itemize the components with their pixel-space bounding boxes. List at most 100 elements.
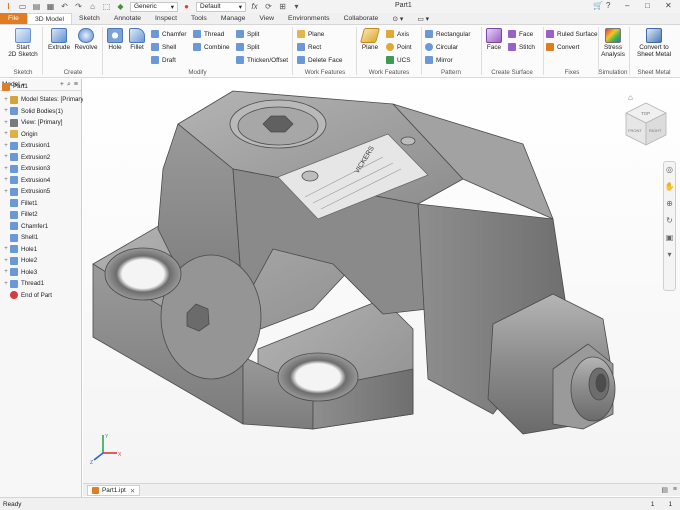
tab-tools[interactable]: Tools [184, 13, 214, 24]
orbit-icon[interactable]: ↻ [664, 216, 675, 230]
expand-icon[interactable]: + [2, 131, 10, 137]
tab-3d-model[interactable]: 3D Model [26, 13, 73, 24]
stitch-button[interactable]: Stitch [508, 43, 535, 51]
color-wheel-icon[interactable]: ● [181, 1, 192, 12]
expand-icon[interactable]: + [2, 177, 10, 183]
help-icon[interactable]: ? [606, 1, 610, 10]
browser-item[interactable]: Shell1 [0, 232, 38, 243]
rectangular-pattern-button[interactable]: Rectangular [425, 30, 470, 38]
delete-face-button[interactable]: Delete Face [297, 56, 342, 64]
browser-item[interactable]: + Model States: [Primary] [0, 94, 85, 105]
combine-button[interactable]: Combine [193, 43, 230, 51]
browser-item[interactable]: + Hole2 [0, 255, 37, 266]
tab-collaborate[interactable]: Collaborate [337, 13, 386, 24]
browser-item[interactable]: + Extrusion3 [0, 163, 50, 174]
undo-icon[interactable]: ↶ [59, 1, 70, 12]
zoom-icon[interactable]: ⊕ [664, 199, 675, 213]
draft-button[interactable]: Draft [151, 56, 176, 64]
pan-icon[interactable]: ✋ [664, 182, 675, 196]
face-freeform-button[interactable]: Face [484, 28, 504, 51]
menu-icon[interactable]: ≡ [673, 486, 677, 493]
app-logo-icon[interactable]: I [3, 1, 14, 12]
expand-icon[interactable]: + [2, 120, 10, 126]
right-hole[interactable] [277, 352, 359, 402]
menu-icon[interactable]: ≡ [74, 81, 78, 88]
save-icon[interactable]: ▦ [45, 1, 56, 12]
expand-icon[interactable]: + [2, 166, 10, 172]
screw-head[interactable] [301, 170, 319, 182]
browser-item[interactable]: + Extrusion2 [0, 152, 50, 163]
split-body-button[interactable]: Split [236, 43, 259, 51]
expand-icon[interactable]: + [2, 258, 10, 264]
viewcube-top[interactable]: TOP [641, 111, 650, 116]
steering-wheel-icon[interactable]: ◎ [664, 165, 675, 179]
plane-button[interactable]: Plane [359, 28, 381, 51]
shell-button[interactable]: Shell [151, 43, 176, 51]
maximize-icon[interactable]: □ [645, 1, 650, 10]
home-view-icon[interactable]: ⌂ [628, 93, 633, 102]
close-icon[interactable]: ✕ [665, 1, 672, 10]
browser-item[interactable]: + Extrusion5 [0, 186, 50, 197]
design-view-dropdown[interactable]: Default ▾ [196, 1, 246, 12]
viewcube[interactable]: TOP FRONT RIGHT [621, 99, 671, 149]
close-tab-icon[interactable]: ✕ [130, 487, 135, 495]
doc-tab-part1[interactable]: Part1.ipt ✕ [87, 485, 141, 496]
browser-item[interactable]: End of Part [0, 290, 52, 301]
thicken-offset-button[interactable]: Thicken/Offset [236, 56, 288, 64]
axis-button[interactable]: Axis [386, 30, 409, 38]
chamfer-button[interactable]: Chamfer [151, 30, 187, 38]
fillet-button[interactable]: Fillet [127, 28, 147, 51]
expand-icon[interactable]: + [2, 246, 10, 252]
tab-annotate[interactable]: Annotate [107, 13, 148, 24]
stress-analysis-button[interactable]: Stress Analysis [599, 28, 627, 58]
cart-icon[interactable]: 🛒 [593, 1, 603, 10]
material-icon[interactable]: ◆ [115, 1, 126, 12]
browser-item[interactable]: + View: [Primary] [0, 117, 63, 128]
tab-file[interactable]: File [0, 13, 27, 24]
thread-button[interactable]: Thread [193, 30, 224, 38]
appearance-dropdown[interactable]: Generic ▾ [130, 1, 178, 12]
tab-environments[interactable]: Environments [281, 13, 337, 24]
extrude-button[interactable]: Extrude [46, 28, 72, 51]
plane-small-button[interactable]: Plane [297, 30, 324, 38]
part-model[interactable]: VICKERS [83, 79, 680, 483]
tab-inspect[interactable]: Inspect [148, 13, 184, 24]
convert-button[interactable]: Convert [546, 43, 579, 51]
point-button[interactable]: Point [386, 43, 412, 51]
expand-icon[interactable]: + [2, 108, 10, 114]
navbar-menu-icon[interactable]: ▾ [664, 250, 675, 264]
ribbon-options-icon[interactable]: ⊙ ▾ [385, 13, 410, 24]
start-2d-sketch-button[interactable]: Start 2D Sketch [6, 28, 40, 58]
browser-item[interactable]: + Solid Bodies(1) [0, 106, 63, 117]
convert-to-sheet-metal-button[interactable]: Convert to Sheet Metal [630, 28, 678, 58]
home-icon[interactable]: ⌂ [87, 1, 98, 12]
viewcube-front[interactable]: FRONT [628, 128, 642, 133]
tile-icon[interactable]: ▤ [661, 486, 668, 494]
new-file-icon[interactable]: ▭ [17, 1, 28, 12]
select-icon[interactable]: ⬚ [101, 1, 112, 12]
minimize-icon[interactable]: – [625, 1, 629, 10]
browser-item[interactable]: Fillet2 [0, 209, 38, 220]
split-button[interactable]: Split [236, 30, 259, 38]
circular-pattern-button[interactable]: Circular [425, 43, 458, 51]
ribbon-collapse-icon[interactable]: ▭ ▾ [410, 13, 436, 24]
tab-manage[interactable]: Manage [214, 13, 253, 24]
browser-item[interactable]: + Origin [0, 129, 38, 140]
left-hole[interactable] [104, 247, 182, 301]
look-at-icon[interactable]: ▣ [664, 233, 675, 247]
expand-icon[interactable]: + [2, 154, 10, 160]
expand-icon[interactable]: + [2, 189, 10, 195]
ucs-button[interactable]: UCS [386, 56, 411, 64]
open-file-icon[interactable]: ▤ [31, 1, 42, 12]
browser-item[interactable]: + Hole3 [0, 267, 37, 278]
revolve-button[interactable]: Revolve [73, 28, 99, 51]
update-icon[interactable]: ⟳ [263, 1, 274, 12]
more-icon[interactable]: ▾ [291, 1, 302, 12]
browser-item[interactable]: + Extrusion4 [0, 175, 50, 186]
expand-icon[interactable]: + [2, 97, 10, 103]
hole-button[interactable]: Hole [105, 28, 125, 51]
browser-item[interactable]: Chamfer1 [0, 221, 48, 232]
expand-icon[interactable]: + [2, 269, 10, 275]
graphics-viewport[interactable]: VICKERS TOP FRONT RIGHT ⌂ ◎ ✋ ⊕ ↻ ▣ ▾ Y … [83, 79, 680, 483]
tab-sketch[interactable]: Sketch [72, 13, 107, 24]
